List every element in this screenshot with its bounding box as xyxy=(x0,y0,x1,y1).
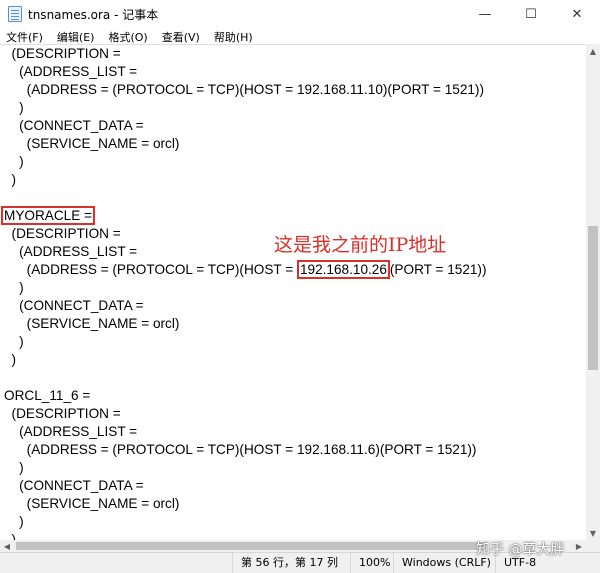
text-line: (CONNECT_DATA = xyxy=(4,118,144,133)
text-line: (ADDRESS = (PROTOCOL = TCP)(HOST = 192.1… xyxy=(4,82,484,97)
text-line: (ADDRESS_LIST = xyxy=(4,64,138,79)
window-controls: — ☐ ✕ xyxy=(462,0,600,28)
text-editor[interactable]: (DESCRIPTION = (ADDRESS_LIST = (ADDRESS … xyxy=(0,44,586,541)
highlight-box-name: MYORACLE = xyxy=(1,206,96,225)
text-line: ) xyxy=(4,172,17,187)
text-line: ) xyxy=(4,352,17,367)
close-button[interactable]: ✕ xyxy=(554,0,600,28)
text-line: ) xyxy=(4,280,24,295)
zoom-level: 100% xyxy=(350,553,393,573)
text-line: (CONNECT_DATA = xyxy=(4,298,144,313)
text-line: (ADDRESS_LIST = xyxy=(4,424,138,439)
scroll-left-arrow-icon[interactable]: ◀ xyxy=(0,540,14,552)
text-line-myoracle: MYORACLE = xyxy=(1,206,96,225)
text-line: (DESCRIPTION = xyxy=(4,226,121,241)
text-line: ) xyxy=(4,100,24,115)
text-line: (SERVICE_NAME = orcl) xyxy=(4,136,180,151)
cursor-position: 第 56 行，第 17 列 xyxy=(232,553,350,573)
text-line: (SERVICE_NAME = orcl) xyxy=(4,496,180,511)
annotation-text: 这是我之前的IP地址 xyxy=(274,234,447,256)
text-line: ) xyxy=(4,460,24,475)
text-line-host-ip: (ADDRESS = (PROTOCOL = TCP)(HOST = 192.1… xyxy=(4,260,487,279)
watermark: 知乎 @草大胖 xyxy=(476,542,565,558)
horizontal-scroll-thumb[interactable] xyxy=(16,542,486,550)
minimize-button[interactable]: — xyxy=(462,0,508,28)
text-line: (DESCRIPTION = xyxy=(4,406,121,421)
scroll-up-arrow-icon[interactable]: ▲ xyxy=(586,44,600,58)
vertical-scroll-thumb[interactable] xyxy=(588,226,598,370)
scrollbar-corner xyxy=(586,540,600,552)
text-line: (ADDRESS = (PROTOCOL = TCP)(HOST = 192.1… xyxy=(4,442,477,457)
window-title: tnsnames.ora - 记事本 xyxy=(28,7,159,22)
text-line: (DESCRIPTION = xyxy=(4,46,121,61)
text-line: ) xyxy=(4,514,24,529)
scroll-down-arrow-icon[interactable]: ▼ xyxy=(586,526,600,540)
highlight-box-ip: 192.168.10.26 xyxy=(296,260,390,279)
vertical-scrollbar[interactable]: ▲ ▼ xyxy=(586,44,600,540)
text-line: (CONNECT_DATA = xyxy=(4,478,144,493)
text-line: ORCL_11_6 = xyxy=(4,388,91,403)
text-line: ) xyxy=(4,334,24,349)
text-line: ) xyxy=(4,154,24,169)
scroll-right-arrow-icon[interactable]: ▶ xyxy=(572,540,586,552)
notepad-icon xyxy=(8,6,22,22)
text-line: (SERVICE_NAME = orcl) xyxy=(4,316,180,331)
title-bar: tnsnames.ora - 记事本 — ☐ ✕ xyxy=(0,0,600,28)
text-line: (ADDRESS_LIST = xyxy=(4,244,138,259)
maximize-button[interactable]: ☐ xyxy=(508,0,554,28)
